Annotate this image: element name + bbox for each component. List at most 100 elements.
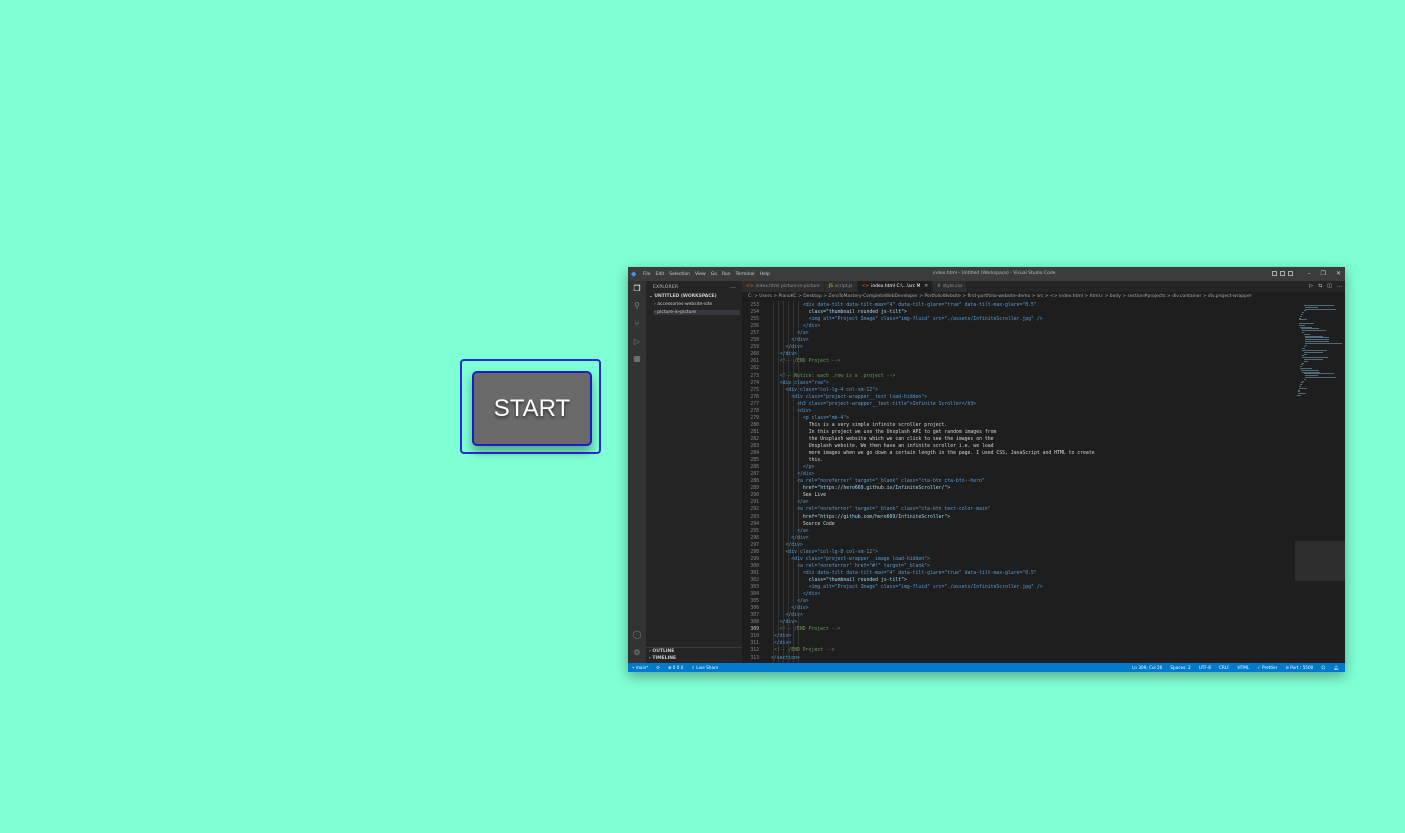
code-line[interactable]: 298 <div class="col-lg-8 col-sm-12"> — [742, 549, 1295, 556]
account-icon[interactable]: ◯ — [632, 630, 642, 640]
prettier-status[interactable]: ✓ Prettier — [1257, 663, 1277, 672]
tab-index-src[interactable]: <> index.html C:\...\src M ✕ — [857, 281, 934, 292]
problems-indicator[interactable]: ⊗ 0 0 0 — [668, 663, 684, 672]
sync-icon[interactable]: ⟳ — [656, 663, 660, 672]
minimize-icon[interactable]: – — [1308, 270, 1311, 277]
outline-section[interactable]: › OUTLINE — [649, 649, 674, 654]
code-line[interactable]: 261 <!-- /END Project --> — [742, 358, 1295, 365]
code-line[interactable]: 289 href="https://hero669.github.io/Infin… — [742, 485, 1295, 492]
code-line[interactable]: 273 <!-- Notice: each .row is a .project … — [742, 373, 1295, 380]
code-line[interactable]: 276 <div class="project-wrapper__text loa… — [742, 394, 1295, 401]
code-line[interactable]: 300 <a rel="noreferrer" href="#!" target=… — [742, 563, 1295, 570]
code-line[interactable]: 256 </div> — [742, 323, 1295, 330]
code-line[interactable]: 305 </a> — [742, 598, 1295, 605]
code-line[interactable]: 291 </a> — [742, 499, 1295, 506]
minimap[interactable] — [1295, 301, 1345, 663]
breadcrumb[interactable]: C: > Users > PianoKC > Desktop > ZeroToM… — [742, 292, 1345, 301]
code-line[interactable]: 287 </div> — [742, 471, 1295, 478]
code-line[interactable]: 253 <div data-tilt data-tilt-max="4" data… — [742, 302, 1295, 309]
run-icon[interactable]: ▷ — [1309, 283, 1313, 289]
workspace-root[interactable]: ⌄ UNTITLED (WORKSPACE) — [649, 294, 717, 299]
more-actions-icon[interactable]: … — [730, 283, 736, 290]
code-line[interactable]: 307 </div> — [742, 612, 1295, 619]
toggle-sidebar-icon[interactable] — [1272, 271, 1277, 276]
code-line[interactable]: 255 <img alt="Project Image" class="img-f… — [742, 316, 1295, 323]
settings-gear-icon[interactable]: ⚙ — [632, 648, 642, 658]
code-editor[interactable]: 253 <div data-tilt data-tilt-max="4" data… — [742, 301, 1295, 663]
code-line[interactable]: 292 <a rel="noreferrer" target="_blank" c… — [742, 506, 1295, 513]
menu-run[interactable]: Run — [722, 272, 731, 277]
search-icon[interactable]: ⚲ — [632, 301, 642, 311]
code-line[interactable]: 306 </div> — [742, 605, 1295, 612]
start-button[interactable]: START — [472, 371, 592, 446]
code-line[interactable]: 308 </div> — [742, 619, 1295, 626]
encoding[interactable]: UTF-8 — [1199, 663, 1211, 672]
folder-item[interactable]: › picture-in-picture — [654, 310, 740, 315]
cursor-position[interactable]: Ln 309, Col 26 — [1132, 663, 1162, 672]
close-tab-icon[interactable]: ✕ — [924, 284, 928, 289]
menu-view[interactable]: View — [695, 272, 706, 277]
restore-icon[interactable]: ❐ — [1321, 270, 1326, 277]
code-line[interactable]: 283 Unsplash website. We then have an inf… — [742, 443, 1295, 450]
code-line[interactable]: 284 more images when we go down a certain… — [742, 450, 1295, 457]
menu-terminal[interactable]: Terminal — [736, 272, 755, 277]
code-line[interactable]: 303 <img alt="Project Image" class="img-f… — [742, 584, 1295, 591]
split-editor-icon[interactable]: ◫ — [1327, 283, 1332, 289]
explorer-icon[interactable]: ❐ — [632, 284, 642, 294]
code-line[interactable]: 262 — [742, 365, 1295, 372]
code-line[interactable]: 293 href="https://github.com/hero669/Infi… — [742, 514, 1295, 521]
tab-script-js[interactable]: JS script.js — [824, 281, 858, 292]
code-line[interactable]: 288 <a rel="noreferrer" target="_blank" c… — [742, 478, 1295, 485]
code-line[interactable]: 302 class="thumbnail rounded js-tilt"> — [742, 577, 1295, 584]
code-line[interactable]: 286 </p> — [742, 464, 1295, 471]
code-line[interactable]: 309 <!-- /END Project --> — [742, 626, 1295, 633]
toggle-panel-icon[interactable] — [1280, 271, 1285, 276]
notifications-icon[interactable]: 🔔︎ — [1334, 663, 1339, 672]
code-line[interactable]: 313 </section> — [742, 655, 1295, 662]
menu-help[interactable]: Help — [760, 272, 770, 277]
extensions-icon[interactable]: ▦ — [632, 354, 642, 364]
code-line[interactable]: 311 </div> — [742, 640, 1295, 647]
code-line[interactable]: 274 <div class="row"> — [742, 380, 1295, 387]
folder-item[interactable]: › accessories-website-site — [654, 302, 740, 307]
tab-index-pip[interactable]: <> index.html picture-in-picture — [742, 281, 825, 292]
code-line[interactable]: 295 </a> — [742, 528, 1295, 535]
code-line[interactable]: 260 </div> — [742, 351, 1295, 358]
code-line[interactable]: 290 See Live — [742, 492, 1295, 499]
code-line[interactable]: 294 Source Code — [742, 521, 1295, 528]
branch-indicator[interactable]: ⑂ main* — [632, 663, 648, 672]
code-line[interactable]: 281 In this project we use the Unsplash A… — [742, 429, 1295, 436]
code-line[interactable]: 277 <h3 class="project-wrapper__text-titl… — [742, 401, 1295, 408]
open-changes-icon[interactable]: ⇆ — [1318, 283, 1322, 289]
eol[interactable]: CRLF — [1219, 663, 1230, 672]
menu-edit[interactable]: Edit — [656, 272, 665, 277]
code-line[interactable]: 278 <div> — [742, 408, 1295, 415]
menu-go[interactable]: Go — [711, 272, 717, 277]
code-line[interactable]: 258 </div> — [742, 337, 1295, 344]
code-line[interactable]: 257 </a> — [742, 330, 1295, 337]
run-debug-icon[interactable]: ▷ — [632, 337, 642, 347]
code-line[interactable]: 304 </div> — [742, 591, 1295, 598]
live-server-port[interactable]: ⊘ Port : 5500 — [1285, 663, 1313, 672]
code-line[interactable]: 280 This is a very simple infinite scroll… — [742, 422, 1295, 429]
code-line[interactable]: 312 <!-- /END Project --> — [742, 647, 1295, 654]
code-line[interactable]: 285 this. — [742, 457, 1295, 464]
indentation[interactable]: Spaces: 2 — [1170, 663, 1190, 672]
code-line[interactable]: 282 the Unsplash website which we can cli… — [742, 436, 1295, 443]
source-control-icon[interactable]: ⑂ — [632, 319, 642, 329]
customize-layout-icon[interactable] — [1288, 271, 1293, 276]
code-line[interactable]: 254 class="thumbnail rounded js-tilt"> — [742, 309, 1295, 316]
close-icon[interactable]: ✕ — [1336, 270, 1341, 277]
code-line[interactable]: 299 <div class="project-wrapper__image lo… — [742, 556, 1295, 563]
timeline-section[interactable]: › TIMELINE — [649, 656, 676, 661]
tab-style-css[interactable]: # style.css — [933, 281, 968, 292]
minimap-slider[interactable] — [1295, 541, 1345, 581]
feedback-icon[interactable]: ☺ — [1321, 663, 1325, 672]
live-share-button[interactable]: ⇧ Live Share — [691, 663, 718, 672]
language-mode[interactable]: HTML — [1238, 663, 1250, 672]
code-line[interactable]: 296 </div> — [742, 535, 1295, 542]
menu-file[interactable]: File — [643, 272, 651, 277]
code-line[interactable]: 310 </div> — [742, 633, 1295, 640]
code-line[interactable]: 259 </div> — [742, 344, 1295, 351]
code-line[interactable]: 279 <p class="mb-4"> — [742, 415, 1295, 422]
